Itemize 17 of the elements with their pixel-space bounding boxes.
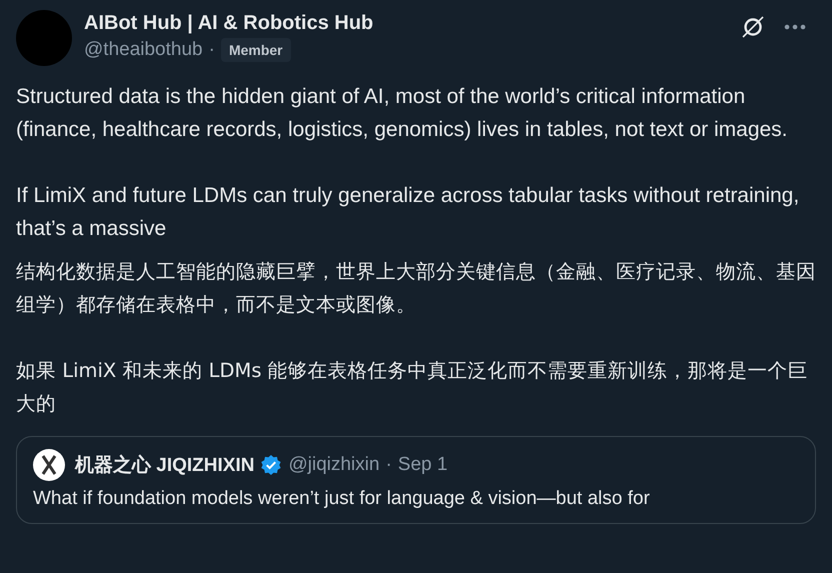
tweet-paragraph: If LimiX and future LDMs can truly generalize across tabular tasks without retraining, that’s a massive — [16, 183, 800, 242]
avatar-icon — [33, 449, 65, 481]
quoted-tweet-text: What if foundation models weren’t just for language & vision—but also for — [33, 487, 651, 511]
quoted-author-name[interactable]: 机器之心 JIQIZHIXIN — [75, 452, 254, 478]
member-badge: Member — [220, 38, 291, 62]
author-name[interactable]: AIBot Hub | AI & Robotics Hub — [84, 10, 728, 36]
quoted-date[interactable]: Sep 1 — [398, 454, 448, 476]
author-handle[interactable]: @theaibothub — [84, 39, 203, 61]
more-icon[interactable] — [784, 24, 806, 30]
quoted-tweet-card[interactable]: 机器之心 JIQIZHIXIN @jiqizhixin · Sep 1 What if foundation models weren’t just for language & vision—but also for — [16, 436, 816, 524]
tweet-paragraph: Structured data is the hidden giant of AI, most of the world’s critical information (finance, healthcare records, logistics, genomics) lives in tables, not text or images. — [16, 84, 789, 143]
translated-paragraph: 结构化数据是人工智能的隐藏巨擘，世界上大部分关键信息（金融、医疗记录、物流、基因组学）都存储在表格中，而不是文本或图像。 — [16, 259, 816, 318]
slashed-circle-icon[interactable] — [740, 14, 766, 40]
translated-paragraph: 如果 LimiX 和未来的 LDMs 能够在表格任务中真正泛化而不需要重新训练，那将是一个巨大的 — [16, 358, 809, 417]
separator: · — [386, 454, 392, 476]
separator: · — [208, 39, 215, 61]
quoted-handle[interactable]: @jiqizhixin — [288, 454, 380, 476]
